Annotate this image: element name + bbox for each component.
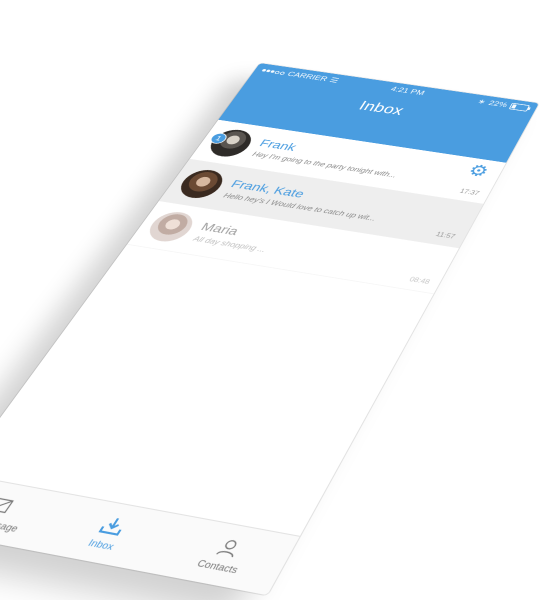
avatar xyxy=(174,168,230,201)
avatar-wrap xyxy=(142,210,200,245)
envelope-icon xyxy=(0,493,18,516)
avatar xyxy=(204,127,258,159)
bluetooth-icon: ∗ xyxy=(476,98,487,106)
tab-bar: New Message Inbox Contacts xyxy=(0,473,300,595)
message-time: 11:57 xyxy=(434,231,456,240)
avatar-wrap xyxy=(174,168,230,201)
battery-icon xyxy=(509,103,530,112)
phone-screen: CARRIER ☰ 4:21 PM ∗ 22% Inbox ⚙ 1 Frank … xyxy=(0,63,539,595)
person-icon xyxy=(211,536,247,560)
avatar-wrap: 1 xyxy=(204,127,258,159)
stage: CARRIER ☰ 4:21 PM ∗ 22% Inbox ⚙ 1 Frank … xyxy=(0,0,546,600)
wifi-icon: ☰ xyxy=(328,77,340,85)
battery-percent: 22% xyxy=(487,99,509,108)
tab-label: Inbox xyxy=(86,538,116,552)
inbox-download-icon xyxy=(95,514,131,538)
avatar xyxy=(142,210,200,245)
tab-label: Contacts xyxy=(195,558,240,575)
signal-icon xyxy=(261,69,285,75)
page-title: Inbox xyxy=(355,99,406,119)
message-time: 17:37 xyxy=(458,188,480,197)
